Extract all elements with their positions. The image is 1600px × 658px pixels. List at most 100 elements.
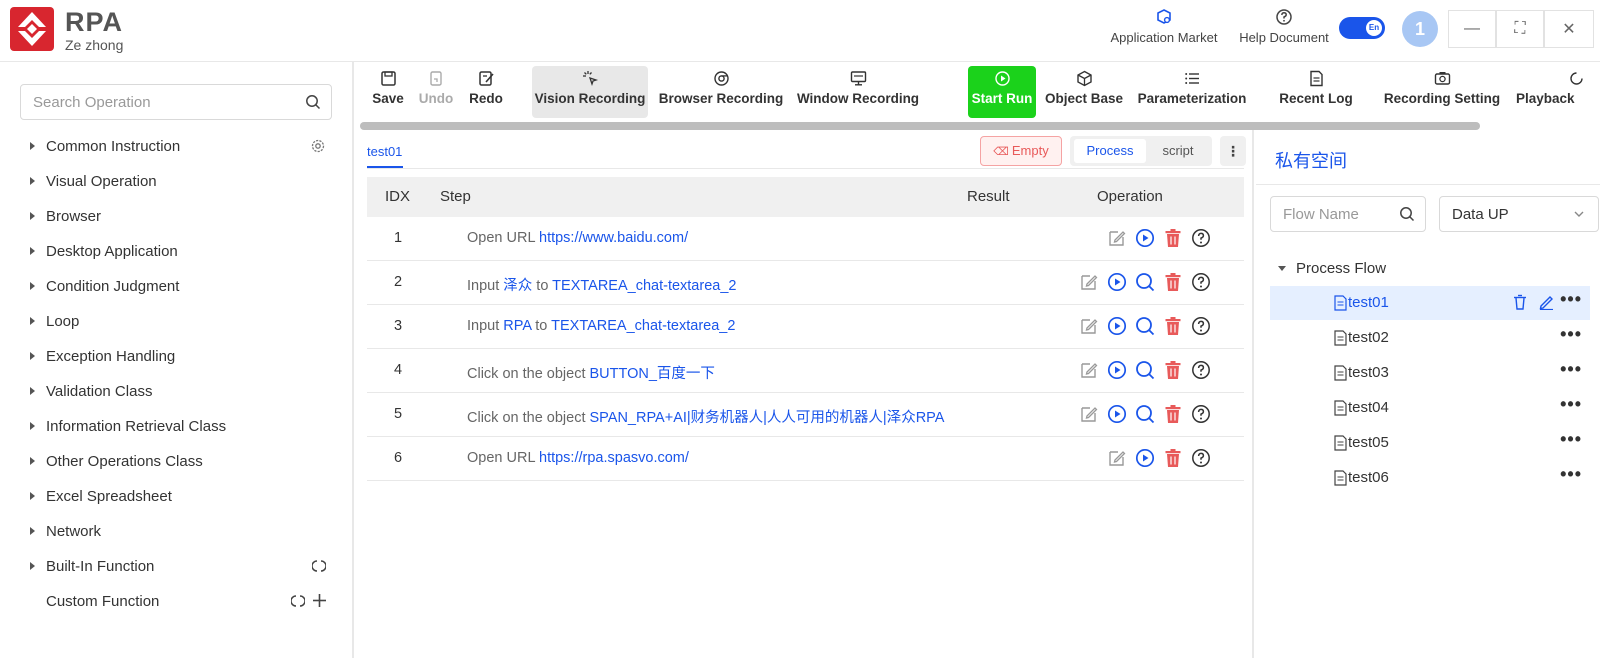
trash-icon[interactable] xyxy=(1163,316,1183,336)
sidebar-item-browser[interactable]: Browser xyxy=(30,204,101,228)
object-base-button[interactable]: Object Base xyxy=(1044,66,1124,118)
trash-icon[interactable] xyxy=(1512,294,1528,310)
flow-item-test03[interactable]: test03 ••• xyxy=(1270,356,1590,390)
help-document-link[interactable]: Help Document xyxy=(1234,8,1334,45)
play-circle-icon[interactable] xyxy=(1135,228,1155,248)
flow-item-test02[interactable]: test02 ••• xyxy=(1270,321,1590,355)
pencil-icon[interactable] xyxy=(1538,294,1554,310)
recent-log-button[interactable]: Recent Log xyxy=(1272,66,1360,118)
play-circle-icon[interactable] xyxy=(1107,272,1127,292)
application-market-link[interactable]: Application Market xyxy=(1108,8,1220,45)
sidebar-item-common-instruction[interactable]: Common Instruction xyxy=(30,134,180,158)
more-dots-icon[interactable]: ••• xyxy=(1560,429,1582,450)
sidebar-item-custom-function[interactable]: Custom Function xyxy=(46,589,159,613)
trash-icon[interactable] xyxy=(1163,272,1183,292)
sidebar-item-other-operations-class[interactable]: Other Operations Class xyxy=(30,449,203,473)
table-row[interactable]: 1 Open URL https://www.baidu.com/ xyxy=(367,217,1244,261)
sidebar-item-built-in-function[interactable]: Built-In Function xyxy=(30,554,154,578)
more-dots-icon[interactable]: ••• xyxy=(1560,289,1582,310)
trash-icon[interactable] xyxy=(1163,448,1183,468)
sidebar-item-condition-judgment[interactable]: Condition Judgment xyxy=(30,274,179,298)
tab-test01[interactable]: test01 xyxy=(367,144,402,159)
step-link[interactable]: 泽众 xyxy=(503,278,532,294)
sidebar-item-validation-class[interactable]: Validation Class xyxy=(30,379,152,403)
start-run-button[interactable]: Start Run xyxy=(968,66,1036,118)
flow-item-test06[interactable]: test06 ••• xyxy=(1270,461,1590,495)
sidebar-item-excel-spreadsheet[interactable]: Excel Spreadsheet xyxy=(30,484,172,508)
search-icon[interactable] xyxy=(1399,206,1415,222)
more-options-button[interactable]: ⋮ xyxy=(1220,136,1246,166)
step-link[interactable]: BUTTON_百度一下 xyxy=(590,366,715,382)
help-icon[interactable] xyxy=(1191,228,1211,248)
trash-icon[interactable] xyxy=(1163,228,1183,248)
locate-search-icon[interactable] xyxy=(1135,316,1155,336)
refresh-icon[interactable] xyxy=(312,559,326,573)
help-icon[interactable] xyxy=(1191,448,1211,468)
sidebar-item-visual-operation[interactable]: Visual Operation xyxy=(30,169,157,193)
sidebar-item-exception-handling[interactable]: Exception Handling xyxy=(30,344,175,368)
user-avatar[interactable]: 1 xyxy=(1402,11,1438,47)
sidebar-item-information-retrieval-class[interactable]: Information Retrieval Class xyxy=(30,414,226,438)
vision-recording-button[interactable]: Vision Recording xyxy=(532,66,648,118)
window-recording-button[interactable]: Window Recording xyxy=(796,66,920,118)
edit-icon[interactable] xyxy=(1079,360,1099,380)
help-icon[interactable] xyxy=(1191,272,1211,292)
edit-icon[interactable] xyxy=(1079,272,1099,292)
more-dots-icon[interactable]: ••• xyxy=(1560,464,1582,485)
step-link[interactable]: RPA xyxy=(503,318,531,334)
sidebar-item-desktop-application[interactable]: Desktop Application xyxy=(30,239,178,263)
help-icon[interactable] xyxy=(1191,316,1211,336)
empty-button[interactable]: ⌫ Empty xyxy=(980,136,1062,166)
gear-icon[interactable] xyxy=(310,138,326,154)
search-operation-input[interactable]: Search Operation xyxy=(20,84,332,120)
save-button[interactable]: Save xyxy=(368,66,408,118)
table-row[interactable]: 5 Click on the object SPAN_RPA+AI|财务机器人|… xyxy=(367,393,1244,437)
close-button[interactable]: ✕ xyxy=(1544,10,1594,48)
flow-item-test04[interactable]: test04 ••• xyxy=(1270,391,1590,425)
step-link[interactable]: TEXTAREA_chat-textarea_2 xyxy=(552,278,736,294)
play-circle-icon[interactable] xyxy=(1107,404,1127,424)
process-flow-folder[interactable]: Process Flow xyxy=(1278,260,1386,277)
flow-item-test05[interactable]: test05 ••• xyxy=(1270,426,1590,460)
sort-select[interactable]: Data UP xyxy=(1439,196,1599,232)
script-view-tab[interactable]: script xyxy=(1148,139,1208,163)
more-dots-icon[interactable]: ••• xyxy=(1560,324,1582,345)
edit-icon[interactable] xyxy=(1079,404,1099,424)
search-icon[interactable] xyxy=(305,94,321,110)
flow-name-search-input[interactable]: Flow Name xyxy=(1270,196,1426,232)
step-link[interactable]: SPAN_RPA+AI|财务机器人|人人可用的机器人|泽众RPA xyxy=(590,410,945,426)
table-row[interactable]: 3 Input RPA to TEXTAREA_chat-textarea_2 xyxy=(367,305,1244,349)
help-icon[interactable] xyxy=(1191,404,1211,424)
locate-search-icon[interactable] xyxy=(1135,272,1155,292)
toolbar-scrollbar[interactable] xyxy=(360,122,1480,130)
help-icon[interactable] xyxy=(1191,360,1211,380)
redo-button[interactable]: Redo xyxy=(464,66,508,118)
playback-button[interactable]: Playback xyxy=(1516,66,1600,118)
step-link[interactable]: TEXTAREA_chat-textarea_2 xyxy=(551,318,735,334)
edit-icon[interactable] xyxy=(1079,316,1099,336)
locate-search-icon[interactable] xyxy=(1135,360,1155,380)
edit-icon[interactable] xyxy=(1107,228,1127,248)
sidebar-item-loop[interactable]: Loop xyxy=(30,309,79,333)
recording-setting-button[interactable]: Recording Setting xyxy=(1382,66,1502,118)
maximize-button[interactable]: ⛶ xyxy=(1496,10,1544,48)
sidebar-item-network[interactable]: Network xyxy=(30,519,101,543)
table-row[interactable]: 4 Click on the object BUTTON_百度一下 xyxy=(367,349,1244,393)
trash-icon[interactable] xyxy=(1163,360,1183,380)
more-dots-icon[interactable]: ••• xyxy=(1560,359,1582,380)
parameterization-button[interactable]: Parameterization xyxy=(1136,66,1248,118)
minimize-button[interactable]: — xyxy=(1448,10,1496,48)
step-link[interactable]: https://www.baidu.com/ xyxy=(539,230,688,246)
table-row[interactable]: 6 Open URL https://rpa.spasvo.com/ xyxy=(367,437,1244,481)
step-link[interactable]: https://rpa.spasvo.com/ xyxy=(539,450,689,466)
play-circle-icon[interactable] xyxy=(1107,316,1127,336)
refresh-icon[interactable] xyxy=(291,594,305,608)
language-toggle[interactable]: En xyxy=(1339,17,1385,39)
table-row[interactable]: 2 Input 泽众 to TEXTAREA_chat-textarea_2 xyxy=(367,261,1244,305)
plus-icon[interactable] xyxy=(312,593,327,608)
trash-icon[interactable] xyxy=(1163,404,1183,424)
undo-button[interactable]: Undo xyxy=(416,66,456,118)
browser-recording-button[interactable]: Browser Recording xyxy=(658,66,784,118)
flow-item-test01[interactable]: test01 ••• xyxy=(1270,286,1590,320)
play-circle-icon[interactable] xyxy=(1107,360,1127,380)
